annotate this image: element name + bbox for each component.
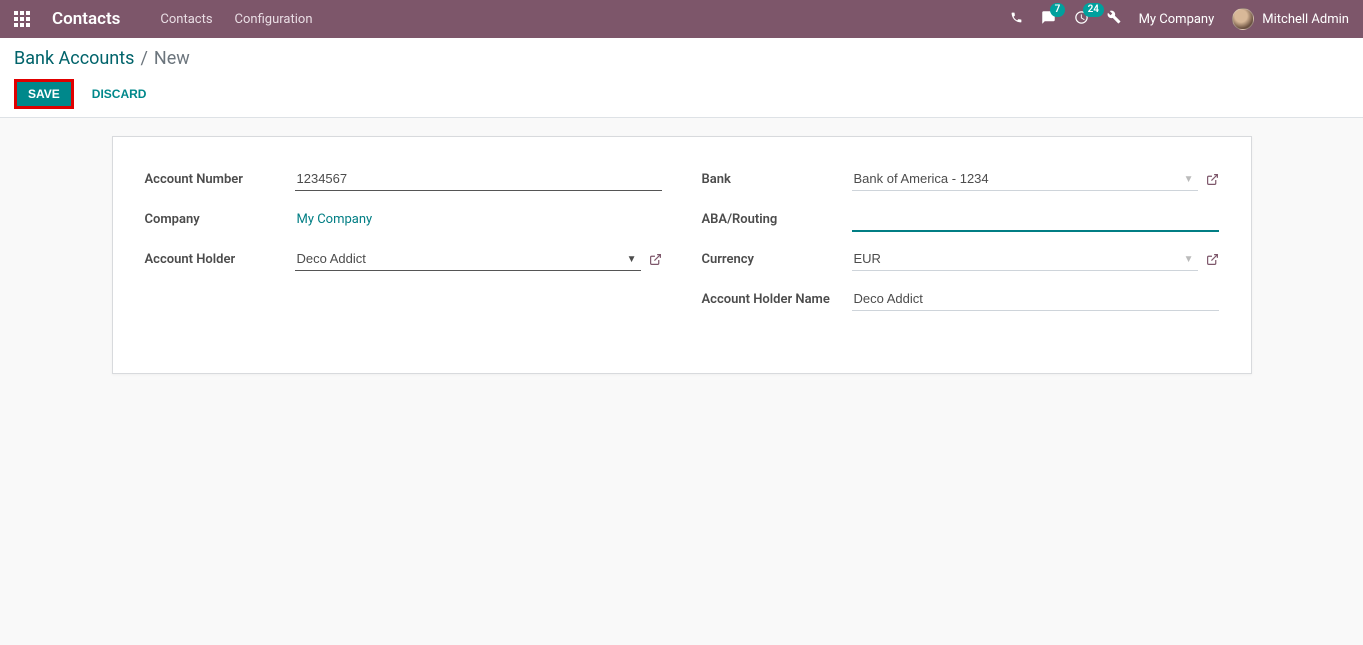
row-currency: Currency ▼: [702, 245, 1219, 273]
aba-routing-input[interactable]: [852, 207, 1219, 232]
save-button[interactable]: Save: [17, 82, 71, 106]
button-row: Save Discard: [14, 79, 1349, 109]
nav-item-configuration[interactable]: Configuration: [235, 12, 313, 27]
breadcrumb: Bank Accounts / New: [14, 48, 1349, 69]
label-bank: Bank: [702, 172, 852, 187]
external-link-icon[interactable]: [1206, 173, 1219, 186]
label-aba-routing: ABA/Routing: [702, 212, 852, 227]
avatar-icon: [1232, 8, 1254, 30]
external-link-icon[interactable]: [1206, 253, 1219, 266]
form-col-left: Account Number Company My Company Accoun…: [145, 165, 662, 325]
control-bar: Bank Accounts / New Save Discard: [0, 38, 1363, 118]
row-account-holder: Account Holder ▼: [145, 245, 662, 273]
label-holder-name: Account Holder Name: [702, 292, 852, 307]
content-area: Account Number Company My Company Accoun…: [0, 118, 1363, 392]
label-account-holder: Account Holder: [145, 252, 295, 267]
nav-item-contacts[interactable]: Contacts: [160, 12, 212, 27]
row-bank: Bank ▼: [702, 165, 1219, 193]
account-number-input[interactable]: [295, 167, 662, 191]
bank-input[interactable]: [852, 167, 1198, 191]
messages-badge: 7: [1050, 3, 1066, 17]
external-link-icon[interactable]: [649, 253, 662, 266]
row-holder-name: Account Holder Name: [702, 285, 1219, 313]
messaging-icon[interactable]: 7: [1041, 10, 1056, 29]
account-holder-input[interactable]: [295, 247, 641, 271]
activities-icon[interactable]: 24: [1074, 10, 1089, 29]
label-currency: Currency: [702, 252, 852, 267]
nav-right: 7 24 My Company Mitchell Admin: [1010, 8, 1349, 30]
discard-button[interactable]: Discard: [82, 82, 157, 106]
activities-badge: 24: [1083, 3, 1104, 17]
form-columns: Account Number Company My Company Accoun…: [145, 165, 1219, 325]
user-name: Mitchell Admin: [1262, 12, 1349, 27]
company-switcher[interactable]: My Company: [1139, 12, 1215, 27]
form-col-right: Bank ▼ ABA/Routing Currency: [702, 165, 1219, 325]
save-highlight: Save: [14, 79, 74, 109]
nav-left: Contacts Contacts Configuration: [14, 9, 313, 29]
user-menu[interactable]: Mitchell Admin: [1232, 8, 1349, 30]
currency-input[interactable]: [852, 247, 1198, 271]
row-company: Company My Company: [145, 205, 662, 233]
tools-icon[interactable]: [1107, 10, 1121, 28]
apps-switcher-icon[interactable]: [14, 11, 30, 27]
row-account-number: Account Number: [145, 165, 662, 193]
breadcrumb-parent[interactable]: Bank Accounts: [14, 48, 134, 69]
company-link[interactable]: My Company: [295, 208, 375, 231]
row-aba-routing: ABA/Routing: [702, 205, 1219, 233]
nav-menu: Contacts Configuration: [160, 12, 312, 27]
brand-title[interactable]: Contacts: [52, 9, 120, 29]
holder-name-input[interactable]: [852, 287, 1219, 311]
label-company: Company: [145, 212, 295, 227]
form-sheet: Account Number Company My Company Accoun…: [112, 136, 1252, 374]
phone-icon[interactable]: [1010, 11, 1023, 28]
navbar: Contacts Contacts Configuration 7 24 My …: [0, 0, 1363, 38]
breadcrumb-sep: /: [140, 48, 147, 69]
breadcrumb-current: New: [154, 48, 190, 69]
label-account-number: Account Number: [145, 172, 295, 187]
